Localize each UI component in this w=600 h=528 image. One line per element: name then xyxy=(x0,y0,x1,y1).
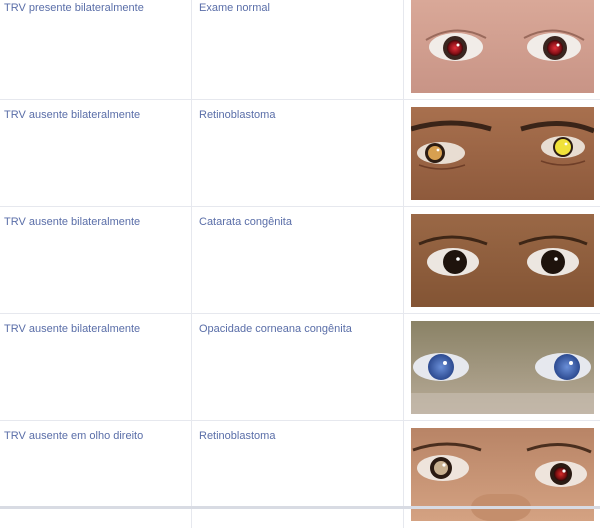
column-divider xyxy=(403,100,404,206)
diagnosis-cell: Exame normal xyxy=(199,2,270,14)
diagnosis-cell: Retinoblastoma xyxy=(199,430,276,442)
exam-cell: TRV ausente em olho direito xyxy=(4,430,144,442)
table-row: TRV ausente bilateralmente Catarata cong… xyxy=(0,207,600,314)
exam-cell: TRV ausente bilateralmente xyxy=(4,323,141,335)
eye-photo-normal xyxy=(411,0,594,93)
exam-cell: TRV presente bilateralmente xyxy=(4,2,144,14)
exam-cell: TRV ausente bilateralmente xyxy=(4,216,141,228)
table-row: TRV ausente bilateralmente Opacidade cor… xyxy=(0,314,600,421)
diagnosis-cell: Retinoblastoma xyxy=(199,109,276,121)
column-divider xyxy=(191,421,192,528)
eye-photo-corneal-opacity xyxy=(411,321,594,414)
column-divider xyxy=(191,207,192,313)
column-divider xyxy=(403,0,404,99)
table-row: TRV presente bilateralmente Exame normal xyxy=(0,0,600,100)
eye-photo-cataract xyxy=(411,214,594,307)
table-row: TRV ausente bilateralmente Retinoblastom… xyxy=(0,100,600,207)
diagnosis-cell: Catarata congênita xyxy=(199,216,292,228)
column-divider xyxy=(403,314,404,420)
eye-photo-bilateral-leukocoria xyxy=(411,107,594,200)
column-divider xyxy=(191,0,192,99)
column-divider xyxy=(403,207,404,313)
column-divider xyxy=(191,314,192,420)
table-row: TRV ausente em olho direito Retinoblasto… xyxy=(0,421,600,528)
column-divider xyxy=(403,421,404,528)
findings-table: TRV presente bilateralmente Exame normal xyxy=(0,0,600,528)
diagnosis-cell: Opacidade corneana congênita xyxy=(199,323,352,335)
exam-cell: TRV ausente bilateralmente xyxy=(4,109,141,121)
column-divider xyxy=(191,100,192,206)
